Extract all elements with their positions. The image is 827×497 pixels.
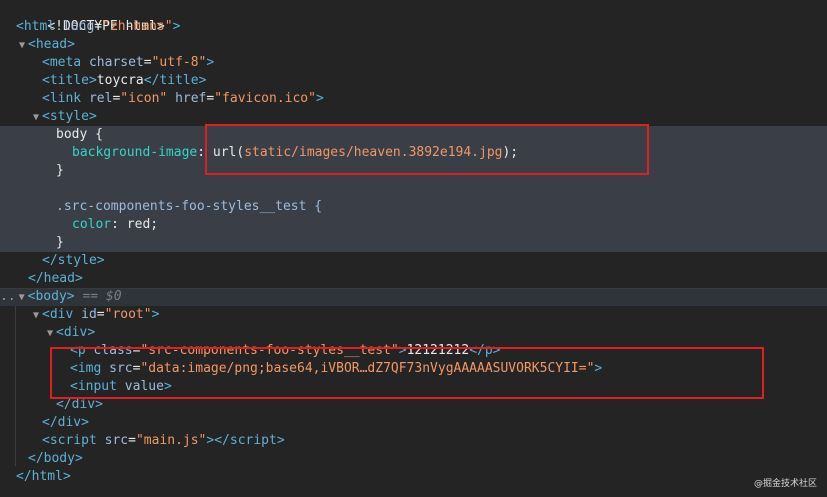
tag-name: body xyxy=(43,451,75,466)
css-value: red; xyxy=(126,217,159,232)
css-close-line[interactable]: } xyxy=(0,234,827,252)
triangle-down-icon[interactable]: ▼ xyxy=(44,325,56,343)
css-property: color xyxy=(72,217,112,232)
tag-name: link xyxy=(49,91,82,106)
style-close-line[interactable]: </style> xyxy=(0,252,827,270)
css-selector: .src-components-foo-styles__test { xyxy=(56,199,323,214)
tag-name: head xyxy=(43,271,75,286)
head-close-line[interactable]: </head> xyxy=(0,270,827,288)
tag-name: script xyxy=(229,433,277,448)
ellipsis-icon[interactable]: .. xyxy=(0,289,16,304)
tag-name: style xyxy=(57,253,97,268)
body-close-line[interactable]: </body> xyxy=(0,450,827,468)
title-line[interactable]: <title>toycra</title> xyxy=(0,72,827,90)
attr-name: src xyxy=(104,433,129,448)
attr-name: id xyxy=(81,307,97,322)
triangle-down-icon[interactable]: ▼ xyxy=(16,289,28,307)
tag-name: script xyxy=(49,433,97,448)
div-root-line[interactable]: ▼ <div id="root"> xyxy=(0,306,827,324)
tag-name: div xyxy=(49,307,74,322)
attr-value: "main.js" xyxy=(135,433,207,448)
css-brace: } xyxy=(56,235,64,250)
css-property: background-image xyxy=(72,145,198,160)
css-foo-selector-line[interactable]: .src-components-foo-styles__test { xyxy=(0,198,827,216)
attr-value: "zh-hans" xyxy=(102,19,173,34)
div-inner-line[interactable]: ▼ <div> xyxy=(0,324,827,342)
tag-name: meta xyxy=(49,55,82,70)
link-line[interactable]: <link rel="icon" href="favicon.ico"> xyxy=(0,90,827,108)
attr-value: "utf-8" xyxy=(151,55,207,70)
triangle-down-icon[interactable]: ▼ xyxy=(16,37,28,55)
head-open-line[interactable]: ▼ <head> xyxy=(0,36,827,54)
attr-name: href xyxy=(175,91,207,106)
tag-name: head xyxy=(35,37,68,52)
div-root-close-line[interactable]: </div> xyxy=(0,414,827,432)
tag-name: style xyxy=(49,109,89,124)
tag-name: div xyxy=(71,397,96,412)
script-line[interactable]: <script src="main.js"></script> xyxy=(0,432,827,450)
triangle-down-icon[interactable]: ▼ xyxy=(30,307,42,325)
doctype-line[interactable]: <!DOCTYPE html> xyxy=(0,0,827,34)
attr-value: "icon" xyxy=(120,91,168,106)
tag-name: div xyxy=(63,325,88,340)
html-open-line[interactable]: <html lang="zh-hans"> xyxy=(0,18,827,36)
annotation-box-css-url xyxy=(205,124,649,175)
css-selector: body { xyxy=(56,127,103,142)
annotation-box-elements xyxy=(50,347,764,399)
watermark: @掘金技术社区 xyxy=(753,479,817,489)
title-text: toycra xyxy=(96,73,144,88)
attr-name: lang xyxy=(62,19,95,34)
attr-name: rel xyxy=(88,91,113,106)
triangle-down-icon[interactable]: ▼ xyxy=(30,109,42,127)
meta-line[interactable]: <meta charset="utf-8"> xyxy=(0,54,827,72)
tag-name: div xyxy=(57,415,82,430)
tag-name: title xyxy=(159,73,199,88)
elements-panel: <!DOCTYPE html> <html lang="zh-hans"> ▼ <… xyxy=(0,0,827,497)
tag-name: html xyxy=(31,469,63,484)
attr-value: "favicon.ico" xyxy=(214,91,316,106)
tag-name: body xyxy=(35,289,67,304)
attr-name: charset xyxy=(88,55,144,70)
tag-name: title xyxy=(49,73,89,88)
css-color-line[interactable]: color: red; xyxy=(0,216,827,234)
body-open-line[interactable]: .. ▼ <body> == $0 xyxy=(0,288,827,306)
tag-name: html xyxy=(23,19,56,34)
html-close-line[interactable]: </html> xyxy=(0,468,827,486)
selected-node-marker: == $0 xyxy=(82,289,122,304)
attr-value: "root" xyxy=(104,307,152,322)
css-brace: } xyxy=(56,163,64,178)
